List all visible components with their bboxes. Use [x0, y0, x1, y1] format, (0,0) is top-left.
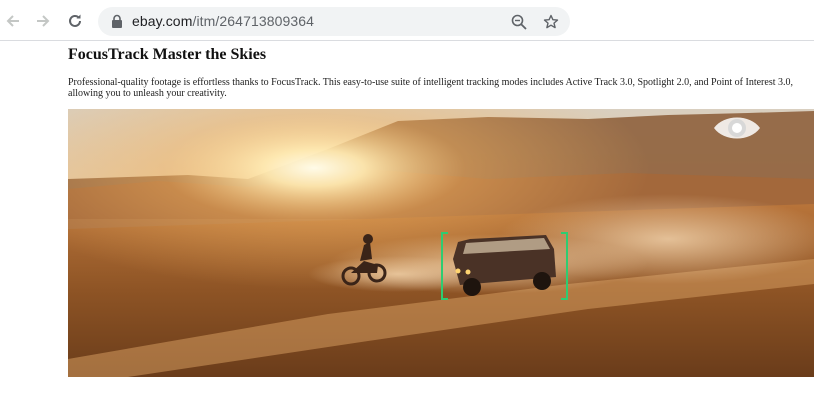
back-button[interactable]	[2, 10, 24, 32]
star-icon	[543, 14, 559, 29]
bookmark-button[interactable]	[541, 12, 561, 32]
arrow-left-icon	[6, 15, 19, 27]
view-toggle[interactable]	[712, 111, 762, 145]
arrow-right-icon	[37, 15, 50, 27]
reload-button[interactable]	[64, 10, 86, 32]
desert-van-tracking-photo	[68, 109, 814, 377]
zoom-button[interactable]	[509, 12, 529, 32]
page-title: FocusTrack Master the Skies	[68, 46, 267, 63]
page-description: Professional-quality footage is effortle…	[68, 77, 793, 99]
url-host: ebay.com	[132, 13, 193, 29]
hero-image	[68, 109, 814, 377]
eye-icon	[714, 117, 760, 139]
url-path: /itm/264713809364	[192, 13, 315, 29]
lock-icon[interactable]	[110, 14, 124, 29]
reload-icon	[69, 14, 81, 27]
zoom-out-icon	[511, 14, 527, 30]
url-text[interactable]: ebay.com/itm/264713809364	[132, 13, 314, 29]
forward-button[interactable]	[32, 10, 54, 32]
browser-toolbar: ebay.com/itm/264713809364	[0, 0, 814, 41]
address-bar[interactable]: ebay.com/itm/264713809364	[98, 7, 570, 36]
